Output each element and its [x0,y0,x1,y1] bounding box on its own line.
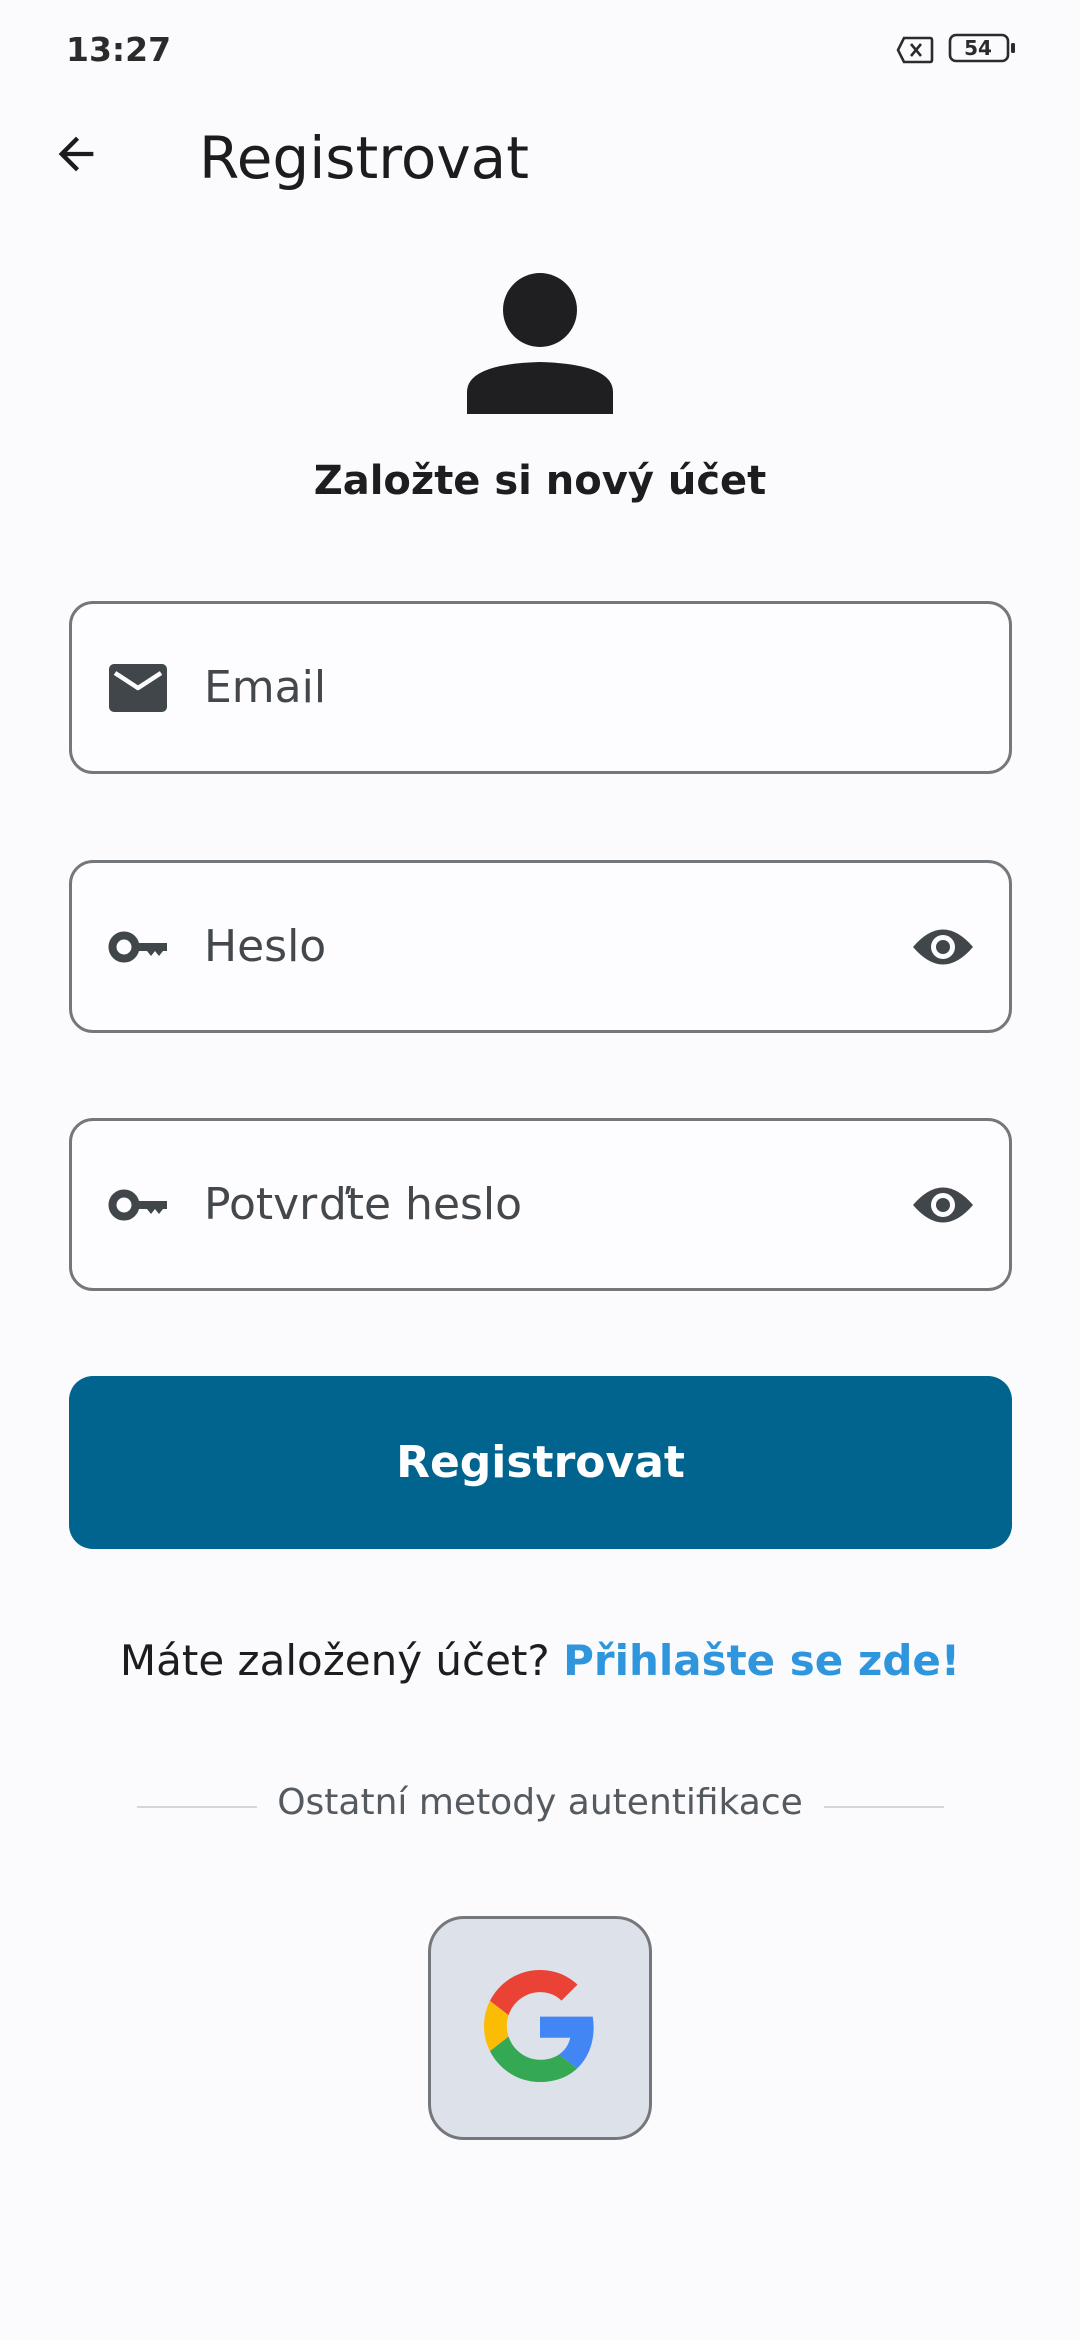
person-icon [464,268,616,420]
key-icon [106,1173,170,1237]
status-bar: 13:27 54 [0,0,1080,100]
alt-auth-divider: Ostatní metody autentifikace [0,1782,1080,1832]
eye-icon[interactable] [907,1169,979,1241]
confirm-password-input[interactable] [204,1121,884,1288]
google-icon [484,1969,596,2087]
email-field[interactable] [69,601,1012,774]
status-time: 13:27 [66,30,172,69]
password-field[interactable] [69,860,1012,1033]
mail-icon [106,656,170,720]
login-prompt-text: Máte založený účet? [119,1636,564,1685]
alt-auth-label: Ostatní metody autentifikace [277,1782,803,1823]
battery-icon: 54 [948,33,1018,68]
arrow-back-icon [50,128,102,185]
login-prompt: Máte založený účet? Přihlašte se zde! [0,1636,1080,1685]
subtitle: Založte si nový účet [313,458,767,504]
password-input[interactable] [204,863,884,1030]
page-title: Registrovat [199,124,529,192]
register-button[interactable]: Registrovat [69,1376,1012,1549]
back-button[interactable] [36,116,116,196]
email-input[interactable] [204,604,884,771]
key-icon [106,915,170,979]
app-bar: Registrovat [0,100,1080,212]
no-sim-icon [896,36,934,69]
login-link[interactable]: Přihlašte se zde! [563,1636,960,1685]
eye-icon[interactable] [907,911,979,983]
battery-level: 54 [964,36,992,60]
google-signin-button[interactable] [428,1916,652,2140]
confirm-password-field[interactable] [69,1118,1012,1291]
